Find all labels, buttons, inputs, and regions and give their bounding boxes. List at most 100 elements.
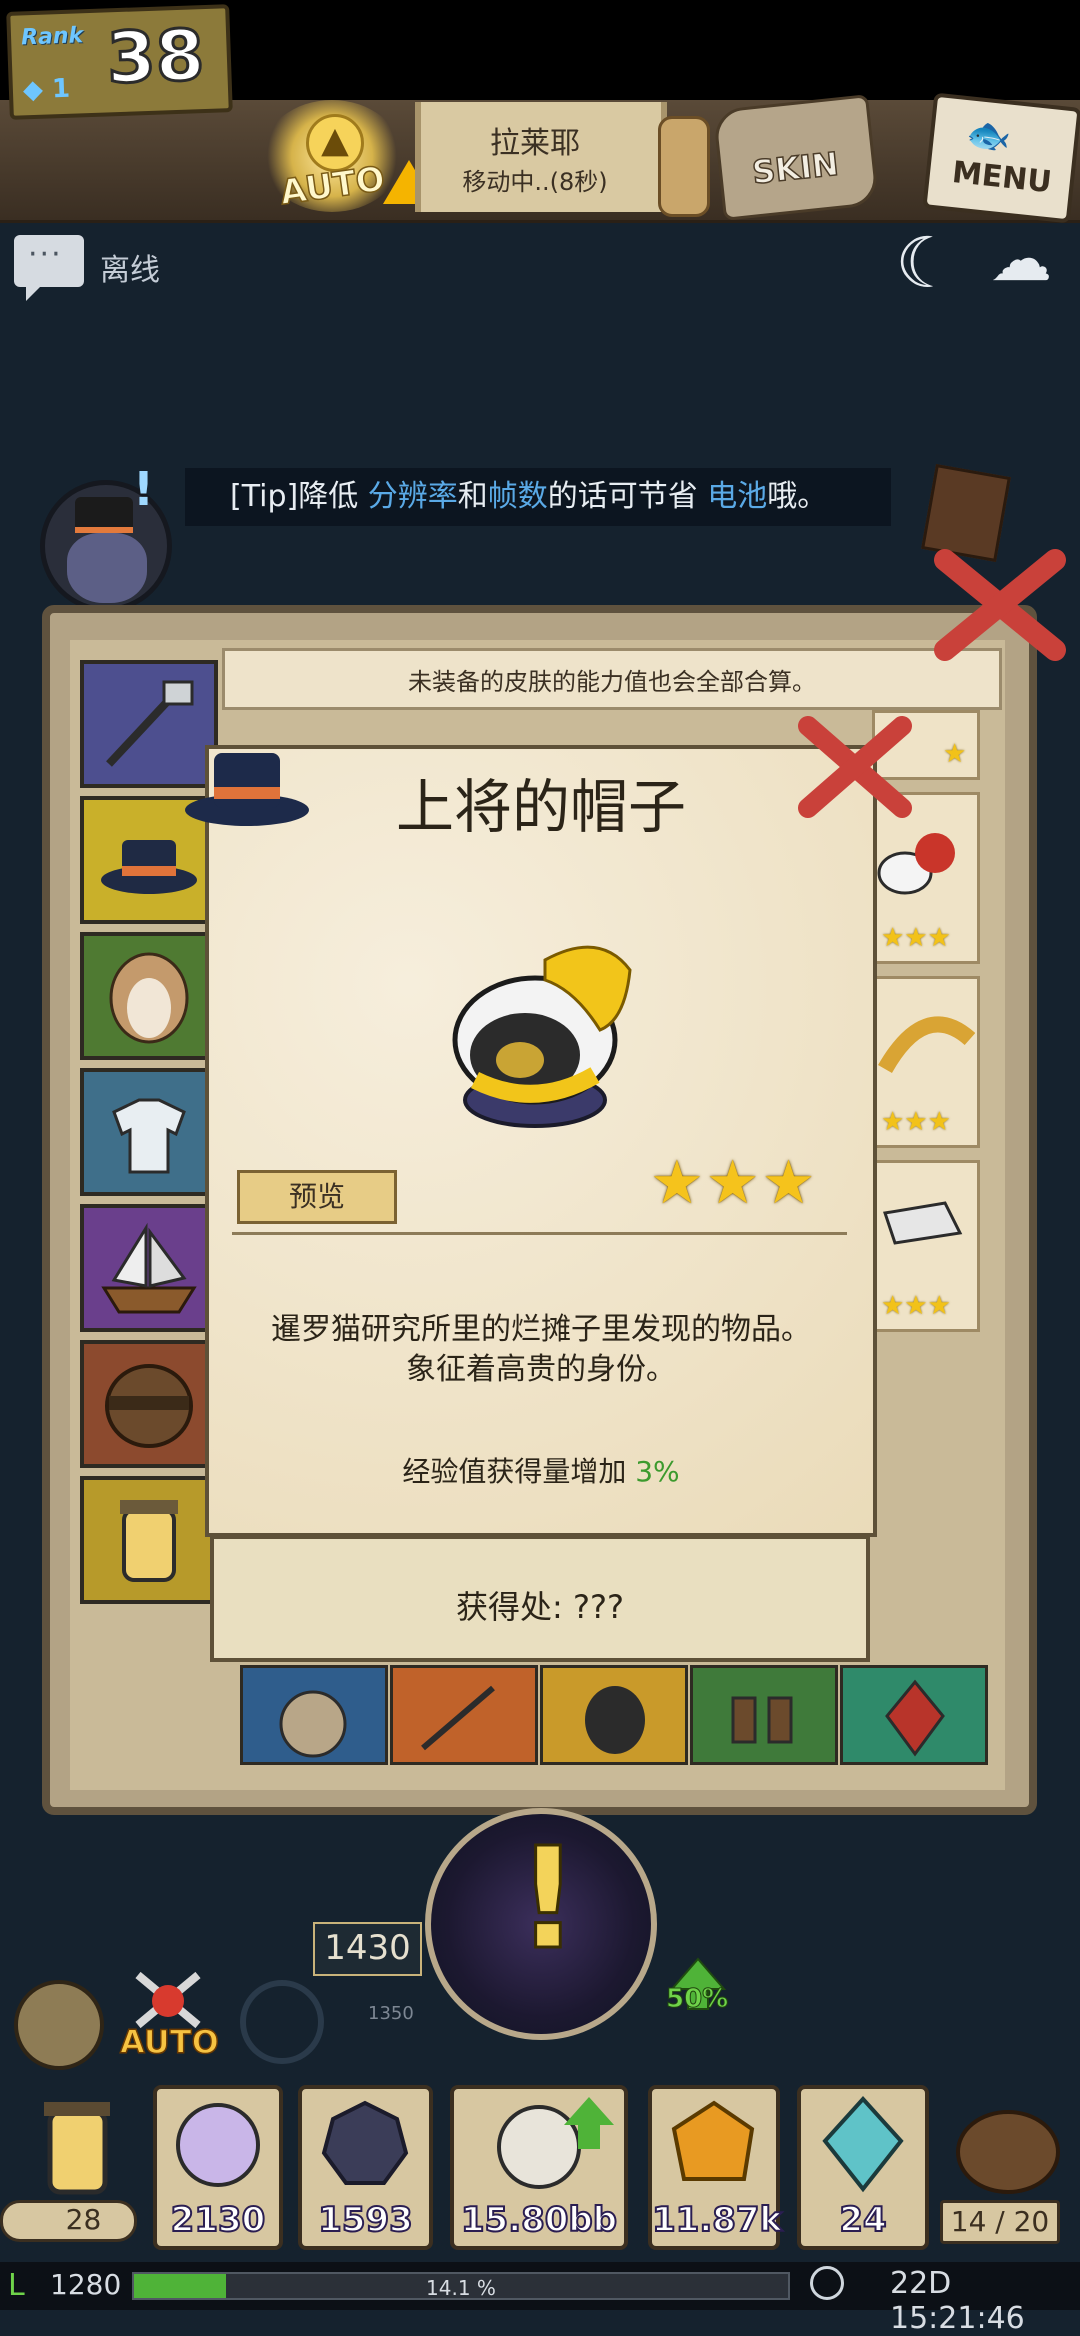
- spear-icon: [421, 1685, 495, 1751]
- resource-gear[interactable]: 1593: [298, 2085, 433, 2250]
- hair-icon: [109, 952, 189, 1044]
- close-panel-icon[interactable]: [925, 540, 1075, 670]
- resource-orb[interactable]: 2130: [153, 2085, 283, 2250]
- tip-text: [Tip]降低: [230, 479, 368, 514]
- power-threshold: 1350: [368, 2003, 414, 2024]
- ship-icon: [101, 1222, 197, 1314]
- item-slot-gem[interactable]: [840, 1665, 988, 1765]
- tab-lantern[interactable]: [80, 1476, 218, 1604]
- menu-button[interactable]: 🐟 MENU: [922, 92, 1080, 224]
- skin-label: SKIN: [750, 144, 842, 192]
- tab-cannon[interactable]: [80, 1340, 218, 1468]
- tip-text: 的话可节省: [547, 479, 708, 514]
- level-icon: ᒪ: [8, 2268, 25, 2303]
- divider: [232, 1232, 847, 1235]
- lantern-icon: [120, 1500, 178, 1582]
- exclamation-icon: !: [515, 1818, 582, 1981]
- cloud-upload-icon[interactable]: ☁: [990, 228, 1052, 290]
- compass-icon[interactable]: [14, 1980, 104, 2070]
- item-slot-cannon[interactable]: [540, 1665, 688, 1765]
- tip-keyword: 分辨率: [367, 479, 458, 514]
- alert-icon: !: [133, 462, 154, 516]
- play-time: 22D 15:21:46: [890, 2266, 1025, 2336]
- bonus-label: 经验值获得量增加: [402, 1455, 636, 1488]
- slot-rating: ★★★: [881, 1291, 951, 1321]
- crystal-icon: [822, 2096, 904, 2193]
- amber-icon: [671, 2100, 755, 2181]
- cat-face-icon: [279, 1690, 347, 1758]
- barrel-icon: [105, 1364, 193, 1448]
- bag-icon[interactable]: [950, 2092, 1065, 2197]
- resource-amber[interactable]: 11.87k: [648, 2085, 783, 2250]
- item-bonus: 经验值获得量增加 3%: [205, 1450, 877, 1490]
- item-description: 暹罗猫研究所里的烂摊子里发现的物品。: [271, 1312, 811, 1347]
- location-status: 移动中..(8秒): [462, 168, 608, 196]
- auto-battle-label: AUTO: [119, 2022, 219, 2062]
- tip-keyword: 帧数: [487, 479, 548, 514]
- skin-button[interactable]: SKIN: [712, 94, 880, 221]
- shell-icon: [497, 2097, 614, 2189]
- bag-capacity: 14 / 20: [940, 2200, 1060, 2244]
- item-description: 象征着高贵的身份。: [406, 1352, 676, 1387]
- auto-battle-button[interactable]: AUTO: [118, 1965, 220, 2065]
- resource-crystal[interactable]: 24: [797, 2085, 929, 2250]
- slot-rating: ★: [943, 739, 967, 769]
- auto-travel-button[interactable]: ▲ AUTO: [262, 100, 402, 214]
- tab-hair[interactable]: [80, 932, 218, 1060]
- item-slot-cat[interactable]: [240, 1665, 388, 1765]
- info-text: 未装备的皮肤的能力值也会全部合算。: [408, 668, 816, 696]
- tab-clothes[interactable]: [80, 1068, 218, 1196]
- gem-count: ◆ 1: [22, 73, 71, 106]
- tip-keyword: 电池: [707, 479, 768, 514]
- clothes-icon: [112, 1098, 186, 1174]
- item-slot-right-4[interactable]: ★★★: [872, 1160, 980, 1332]
- preview-button[interactable]: 预览: [237, 1170, 397, 1224]
- level-value: 1280: [50, 2268, 122, 2301]
- menu-label: MENU: [950, 154, 1054, 201]
- skill-ring-icon[interactable]: [240, 1980, 324, 2064]
- item-slot-right-3[interactable]: ★★★: [872, 976, 980, 1148]
- rank-label: Rank: [20, 23, 84, 51]
- gear-value: 1593: [317, 2199, 414, 2241]
- tip-text: 哦。: [767, 479, 828, 514]
- scarf-icon: [883, 1201, 963, 1245]
- item-title: 上将的帽子: [395, 773, 686, 841]
- shell-value: 15.80bb: [460, 2199, 618, 2241]
- source-label: 获得处: ???: [456, 1588, 624, 1626]
- resource-shell[interactable]: 15.80bb: [450, 2085, 628, 2250]
- slot-rating: ★★★: [881, 923, 951, 953]
- rank-value: 38: [104, 13, 207, 101]
- item-rating: ★★★: [650, 1148, 818, 1218]
- gem-icon: [885, 1679, 945, 1757]
- power-value: 1430: [313, 1922, 422, 1976]
- amber-value: 11.87k: [651, 2199, 783, 2241]
- chat-status: 离线: [100, 253, 160, 288]
- rank-badge[interactable]: Rank 38 ◆ 1: [6, 4, 233, 120]
- bonus-value: 3%: [635, 1455, 680, 1488]
- item-slot-binoculars[interactable]: [690, 1665, 838, 1765]
- tip-text: 和: [457, 479, 488, 514]
- tab-ship[interactable]: [80, 1204, 218, 1332]
- chat-icon[interactable]: ···: [14, 235, 84, 301]
- tip-banner: [Tip]降低 分辨率和帧数的话可节省 电池哦。: [185, 468, 891, 526]
- lamp-value: 28: [65, 2203, 102, 2236]
- crystal-value: 24: [838, 2199, 887, 2241]
- binoculars-icon: [731, 1696, 793, 1744]
- clock-icon: [810, 2266, 844, 2300]
- orb-value: 2130: [170, 2199, 267, 2241]
- close-dialog-icon[interactable]: [790, 708, 920, 828]
- exp-percent: 14.1 %: [426, 2276, 496, 2300]
- location-name: 拉莱耶: [490, 126, 580, 161]
- map-scroll-icon[interactable]: [658, 116, 710, 217]
- crown-icon: [878, 1016, 976, 1074]
- item-slot-spear[interactable]: [390, 1665, 538, 1765]
- gear-icon: [321, 2100, 409, 2185]
- boost-value: 50%: [665, 1984, 729, 2015]
- fish-icon: 🐟: [964, 113, 1014, 159]
- gem-count-value: 1: [51, 73, 71, 105]
- orb-icon: [176, 2103, 260, 2187]
- moon-icon[interactable]: ☾: [895, 228, 958, 298]
- admiral-hat-image: [452, 945, 632, 1128]
- cannon-icon: [585, 1686, 645, 1754]
- slot-rating: ★★★: [881, 1107, 951, 1137]
